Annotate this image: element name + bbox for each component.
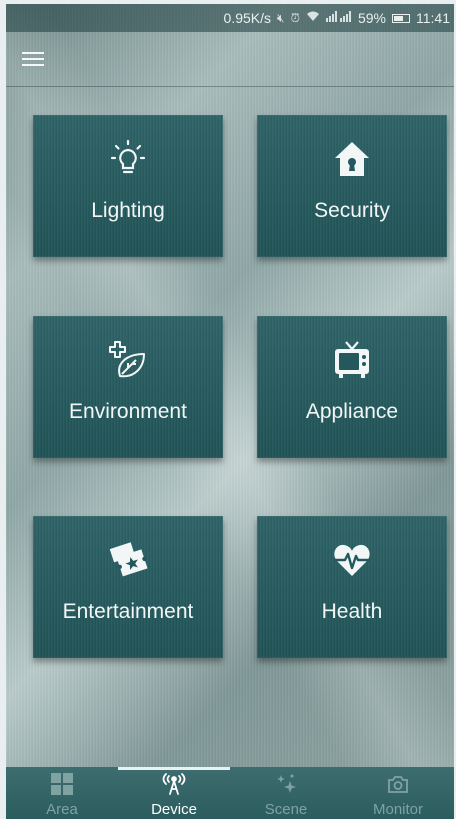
- tile-health[interactable]: Health: [257, 516, 447, 658]
- network-speed: 0.95K/s: [223, 10, 272, 26]
- camera-icon: [342, 773, 454, 797]
- wifi-icon: [306, 11, 320, 25]
- heartbeat-icon: [257, 538, 447, 582]
- tile-label: Health: [321, 600, 383, 623]
- tile-label: Lighting: [91, 199, 165, 222]
- hamburger-menu-icon[interactable]: [22, 50, 46, 68]
- home-lock-icon: [257, 137, 447, 181]
- leaf-plus-icon: [33, 338, 223, 382]
- tile-appliance[interactable]: Appliance: [257, 316, 447, 458]
- nav-area[interactable]: Area: [6, 767, 118, 819]
- tile-environment[interactable]: Environment: [33, 316, 223, 458]
- clock-time: 11:41: [416, 10, 450, 26]
- nav-device[interactable]: Device: [118, 767, 230, 819]
- battery-percent: 59%: [357, 10, 386, 26]
- signal-icon: [325, 11, 352, 25]
- tile-lighting[interactable]: Lighting: [33, 115, 223, 257]
- battery-icon: [392, 13, 410, 23]
- status-bar: 0.95K/s 🔇︎ ⏰︎ 59% 11:41: [6, 4, 454, 32]
- sparkle-icon: [230, 773, 342, 797]
- light-bulb-icon: [33, 137, 223, 181]
- tile-security[interactable]: Security: [257, 115, 447, 257]
- top-app-bar: [6, 32, 454, 87]
- app-screen: 0.95K/s 🔇︎ ⏰︎ 59% 11:41 Lighting Securit…: [6, 4, 454, 819]
- nav-scene[interactable]: Scene: [230, 767, 342, 819]
- ticket-icon: [33, 538, 223, 582]
- nav-label: Device: [151, 801, 197, 818]
- tile-entertainment[interactable]: Entertainment: [33, 516, 223, 658]
- mute-icon: 🔇︎: [277, 10, 285, 25]
- tile-label: Entertainment: [62, 600, 194, 623]
- nav-label: Scene: [264, 801, 308, 818]
- grid-icon: [6, 773, 118, 797]
- tile-label: Environment: [69, 400, 187, 423]
- antenna-icon: [118, 773, 230, 797]
- nav-label: Monitor: [372, 801, 424, 818]
- bottom-navigation: Area Device Scene Monitor: [6, 767, 454, 819]
- nav-label: Area: [46, 801, 78, 818]
- tile-label: Appliance: [305, 400, 399, 423]
- tv-icon: [257, 338, 447, 382]
- nav-monitor[interactable]: Monitor: [342, 767, 454, 819]
- tile-label: Security: [314, 199, 390, 222]
- alarm-icon: ⏰︎: [290, 10, 300, 25]
